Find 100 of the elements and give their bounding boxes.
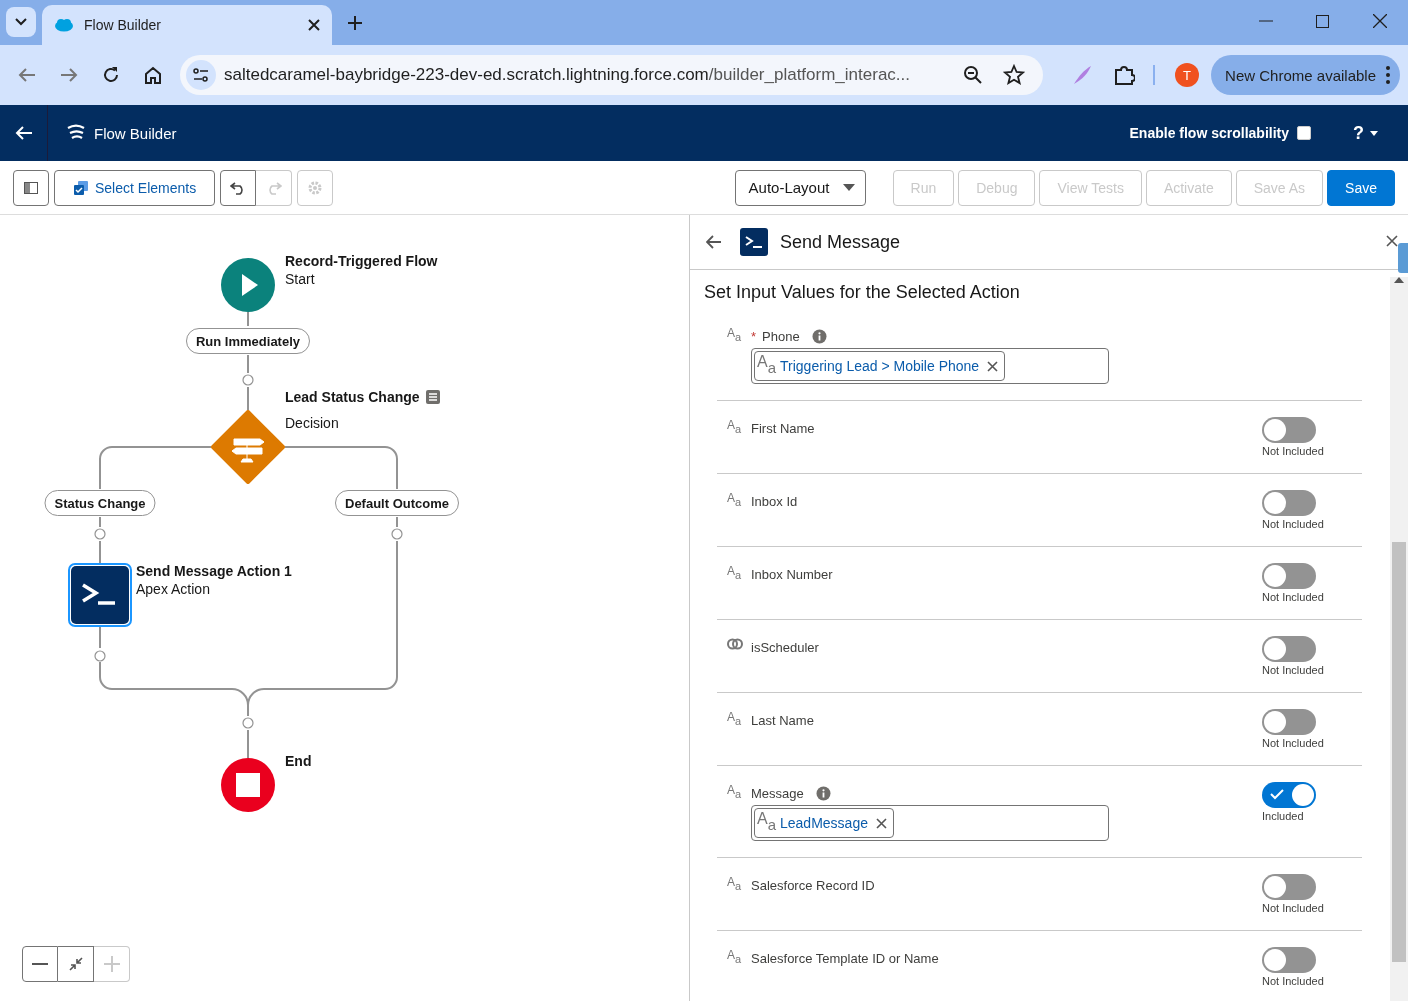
layout-dropdown[interactable]: Auto-Layout — [734, 169, 866, 206]
boolean-type-icon — [727, 638, 743, 650]
bookmark-star-icon[interactable] — [1003, 64, 1026, 86]
node-title: Lead Status Change — [285, 389, 420, 405]
sidebar-icon — [24, 181, 38, 194]
connector-line — [99, 516, 101, 528]
profile-avatar[interactable]: T — [1175, 63, 1200, 87]
include-toggle[interactable] — [1262, 947, 1316, 973]
chevron-down-icon — [15, 18, 27, 26]
update-chrome-button[interactable]: New Chrome available — [1211, 55, 1400, 95]
node-title: Record-Triggered Flow — [285, 253, 438, 269]
zoom-icon[interactable] — [963, 65, 984, 85]
toggle-status-label: Not Included — [1262, 445, 1324, 457]
action-node-icon[interactable] — [68, 563, 132, 627]
panel-title: Send Message — [780, 231, 901, 253]
info-icon[interactable] — [815, 786, 831, 801]
field-label: Phone — [762, 329, 800, 344]
field-label: Salesforce Template ID or Name — [751, 951, 939, 966]
include-toggle[interactable] — [1262, 874, 1316, 900]
close-icon[interactable] — [308, 19, 320, 31]
field-label: Inbox Id — [751, 494, 798, 509]
scrollability-label: Enable flow scrollability — [1129, 125, 1289, 141]
more-vertical-icon — [1386, 66, 1390, 84]
remove-icon[interactable] — [875, 817, 887, 829]
include-toggle[interactable] — [1262, 782, 1316, 808]
scrollability-checkbox[interactable] — [1297, 126, 1311, 140]
connector-line — [247, 386, 249, 411]
minimize-icon — [1258, 20, 1273, 22]
end-node-icon[interactable] — [221, 758, 275, 812]
include-toggle[interactable] — [1262, 417, 1316, 443]
caret-icon — [1370, 130, 1378, 136]
include-toggle[interactable] — [1262, 636, 1316, 662]
action-icon — [740, 228, 768, 256]
outcome-label[interactable]: Default Outcome — [335, 490, 459, 516]
field-label: isScheduler — [751, 640, 819, 655]
undo-button[interactable] — [220, 169, 257, 206]
connector-line — [99, 626, 101, 649]
connector-line — [247, 729, 249, 759]
field-label: Last Name — [751, 713, 814, 728]
tab-title: Flow Builder — [84, 17, 163, 33]
node-title: End — [285, 753, 312, 769]
panel-handle[interactable] — [1398, 243, 1408, 273]
toggle-status-label: Not Included — [1262, 664, 1324, 676]
caret-icon — [842, 184, 855, 191]
field-label: Inbox Number — [751, 567, 833, 582]
add-element-dot[interactable] — [242, 374, 254, 386]
site-settings-icon[interactable] — [186, 60, 216, 90]
field-label: First Name — [751, 421, 815, 436]
node-type-label: Start — [285, 271, 315, 287]
plus-icon — [103, 956, 120, 972]
toggle-status-label: Not Included — [1262, 737, 1324, 749]
required-asterisk: * — [751, 329, 757, 344]
toggle-status-label: Not Included — [1262, 591, 1324, 603]
feather-icon[interactable] — [1071, 64, 1094, 86]
multi-select-icon — [73, 179, 89, 196]
fit-button[interactable] — [58, 946, 94, 982]
remove-icon[interactable] — [987, 360, 999, 372]
url-text: saltedcaramel-baybridge-223-dev-ed.scratch.lightning.force.com/builder_platform_interac... — [224, 65, 912, 85]
app-title: Flow Builder — [94, 124, 177, 142]
connector-line — [396, 516, 398, 528]
toggle-status-label: Included — [1262, 810, 1304, 822]
field-label: Message — [751, 786, 804, 801]
add-element-dot[interactable] — [94, 650, 106, 662]
include-toggle[interactable] — [1262, 490, 1316, 516]
add-element-dot[interactable] — [94, 528, 106, 540]
start-node-icon[interactable] — [221, 258, 275, 312]
add-element-dot[interactable] — [391, 528, 403, 540]
connector-line — [247, 311, 249, 327]
outcome-label[interactable]: Run Immediately — [186, 328, 310, 354]
toggle-status-label: Not Included — [1262, 902, 1324, 914]
cloud-icon — [54, 18, 74, 32]
panel-toggle-button[interactable] — [13, 169, 49, 206]
info-icon[interactable] — [811, 329, 827, 344]
back-arrow-icon — [14, 125, 33, 141]
connector-line — [99, 540, 101, 564]
maximize-icon — [1316, 14, 1329, 28]
add-element-dot[interactable] — [242, 717, 254, 729]
browser-tab[interactable]: Flow Builder — [42, 5, 332, 45]
node-type-label: Decision — [285, 415, 339, 431]
address-bar[interactable]: saltedcaramel-baybridge-223-dev-ed.scratch.lightning.force.com/builder_platform_interac... — [180, 55, 1044, 95]
select-elements-button[interactable]: Select Elements — [54, 169, 216, 206]
back-arrow-icon[interactable] — [706, 235, 722, 249]
toolbar-button[interactable]: Save — [1327, 169, 1395, 206]
plus-icon — [348, 16, 362, 30]
toggle-status-label: Not Included — [1262, 518, 1324, 530]
include-toggle[interactable] — [1262, 709, 1316, 735]
scrollbar[interactable] — [1390, 277, 1408, 1001]
minus-icon — [32, 963, 48, 965]
zoom-out-button[interactable] — [22, 946, 58, 982]
check-icon — [1270, 788, 1284, 800]
help-menu-button[interactable]: ? — [1347, 121, 1384, 145]
include-toggle[interactable] — [1262, 563, 1316, 589]
outcome-label[interactable]: Status Change — [44, 490, 156, 516]
puzzle-icon[interactable] — [1113, 64, 1136, 86]
close-icon — [1386, 234, 1398, 247]
close-icon — [1372, 14, 1387, 28]
tab-search-button[interactable] — [6, 7, 36, 37]
scroll-up-arrow-icon[interactable] — [1394, 277, 1404, 283]
node-title: Send Message Action 1 — [136, 563, 292, 579]
decision-node-icon[interactable] — [211, 410, 285, 484]
